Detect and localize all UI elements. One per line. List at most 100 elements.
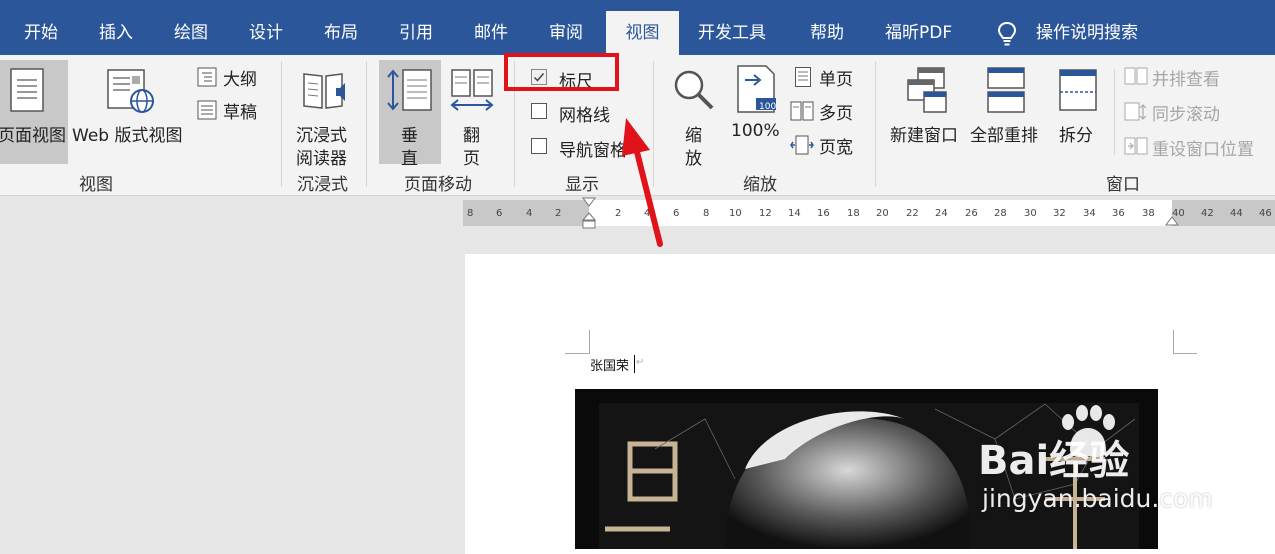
group-separator (366, 61, 367, 187)
one-page-button[interactable]: 单页 (792, 65, 862, 90)
page-width-button[interactable]: 页宽 (790, 133, 862, 158)
group-label-immersive: 沉浸式 (297, 175, 348, 195)
right-indent-marker-icon[interactable] (1165, 216, 1179, 226)
ribbon-tab-bar: 开始 插入 绘图 设计 布局 引用 邮件 审阅 视图 开发工具 帮助 福昕PDF… (0, 0, 1275, 55)
group-label-page-movement: 页面移动 (404, 175, 472, 195)
split-icon (1059, 69, 1097, 111)
side-to-side-button[interactable]: 翻 页 (445, 60, 499, 169)
ruler-tick: 20 (876, 208, 889, 219)
group-label-zoom: 缩放 (743, 175, 777, 195)
paw-logo-icon (1062, 405, 1115, 458)
gridlines-check-box[interactable] (531, 103, 547, 119)
group-separator (1114, 69, 1115, 155)
tab-home[interactable]: 开始 (24, 0, 58, 55)
annotation-highlight-box (504, 53, 619, 91)
flip-page-icon (450, 69, 494, 111)
ruler-tick: 8 (467, 208, 474, 219)
flip-label-1: 翻 (463, 126, 480, 146)
zoom-label-2: 放 (685, 149, 702, 169)
ruler-tick: 34 (1083, 208, 1096, 219)
ruler-tick: 32 (1053, 208, 1066, 219)
multiple-pages-icon (790, 101, 814, 121)
immersive-reader-button[interactable]: 沉浸式 阅读器 (292, 60, 356, 169)
vertical-button[interactable]: 垂 直 (379, 60, 441, 169)
tab-draw[interactable]: 绘图 (174, 0, 208, 55)
one-page-icon (795, 67, 811, 87)
ruler-tick: 18 (847, 208, 860, 219)
group-label-show: 显示 (565, 175, 599, 195)
vertical-label-1: 垂 (401, 126, 418, 146)
new-window-button[interactable]: 新建窗口 (886, 60, 966, 164)
margin-corner-mark (565, 353, 589, 354)
view-side-by-side-button[interactable]: 并排查看 (1124, 65, 1234, 90)
draft-label: 草稿 (223, 103, 257, 123)
tab-references[interactable]: 引用 (399, 0, 433, 55)
page-width-icon (790, 135, 814, 155)
immersive-reader-icon (303, 73, 345, 109)
tab-insert[interactable]: 插入 (99, 0, 133, 55)
zoom-100-icon-badge: 100 (759, 102, 777, 112)
ruler-tick: 8 (703, 208, 710, 219)
tell-me-search[interactable]: 操作说明搜索 (1036, 0, 1138, 55)
split-button[interactable]: 拆分 (1050, 60, 1108, 164)
ruler-tick: 46 (1259, 208, 1272, 219)
synchronous-scrolling-button[interactable]: 同步滚动 (1124, 100, 1234, 125)
indent-marker-icon[interactable] (582, 197, 596, 229)
lightbulb-icon (997, 21, 1017, 46)
tab-design[interactable]: 设计 (249, 0, 283, 55)
ruler-tick: 6 (496, 208, 503, 219)
group-label-views: 视图 (79, 175, 113, 195)
multiple-pages-button[interactable]: 多页 (790, 99, 862, 124)
margin-corner-mark (589, 330, 590, 354)
group-separator (281, 61, 282, 187)
draft-icon (197, 100, 217, 120)
tab-review[interactable]: 审阅 (549, 0, 583, 55)
arrange-all-button[interactable]: 全部重排 (968, 60, 1046, 164)
immersive-reader-label-1: 沉浸式 (296, 126, 347, 146)
tab-mailings[interactable]: 邮件 (474, 0, 508, 55)
web-layout-label: Web 版式视图 (72, 126, 183, 146)
zoom-100-button[interactable]: 100 100% (728, 60, 784, 164)
outline-button[interactable]: 大纲 (197, 65, 267, 90)
synchronous-scrolling-label: 同步滚动 (1152, 105, 1220, 125)
new-window-icon (907, 67, 947, 113)
ruler-tick: 42 (1201, 208, 1214, 219)
view-side-by-side-label: 并排查看 (1152, 70, 1220, 90)
reset-window-icon (1124, 137, 1148, 155)
reset-window-position-button[interactable]: 重设窗口位置 (1124, 135, 1264, 160)
document-text[interactable]: 张国荣 (590, 355, 629, 374)
multiple-pages-label: 多页 (819, 104, 853, 124)
web-page-icon (107, 69, 154, 113)
print-layout-label: 页面视图 (0, 126, 66, 146)
ruler-tick: 28 (994, 208, 1007, 219)
page-width-label: 页宽 (819, 138, 853, 158)
vertical-label-2: 直 (401, 149, 418, 169)
ruler-tick: 24 (935, 208, 948, 219)
flip-label-2: 页 (463, 149, 480, 169)
web-layout-button[interactable]: Web 版式视图 (72, 60, 190, 164)
tab-foxit-pdf[interactable]: 福昕PDF (885, 0, 952, 55)
new-window-label: 新建窗口 (890, 126, 958, 146)
split-label: 拆分 (1059, 126, 1093, 146)
margin-corner-mark (1173, 353, 1197, 354)
draft-button[interactable]: 草稿 (197, 98, 267, 123)
zoom-100-label: 100% (731, 121, 780, 141)
ruler-tick: 12 (759, 208, 772, 219)
group-separator (875, 61, 876, 187)
arrange-all-icon (987, 67, 1025, 113)
navigation-pane-check-box[interactable] (531, 138, 547, 154)
horizontal-ruler[interactable]: 8 6 4 2 2 4 6 8 10 12 14 16 18 20 22 24 … (463, 197, 1275, 229)
zoom-label-1: 缩 (685, 126, 702, 146)
print-layout-button[interactable]: 页面视图 (0, 60, 68, 164)
paragraph-mark: ↵ (636, 357, 645, 368)
ruler-tick: 16 (817, 208, 830, 219)
vertical-scroll-icon (387, 69, 432, 111)
page-icon (10, 68, 44, 112)
tab-help[interactable]: 帮助 (810, 0, 844, 55)
ruler-tick: 36 (1112, 208, 1125, 219)
tab-developer[interactable]: 开发工具 (698, 0, 766, 55)
tab-layout[interactable]: 布局 (324, 0, 358, 55)
tab-view[interactable]: 视图 (606, 11, 679, 55)
ruler-tick: 10 (729, 208, 742, 219)
ruler-tick: 38 (1142, 208, 1155, 219)
